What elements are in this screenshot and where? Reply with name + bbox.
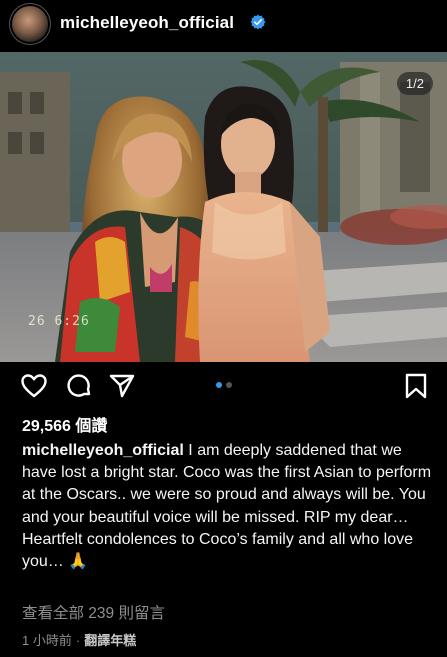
post-caption: michelleyeoh_official I am deeply sadden… — [22, 440, 432, 573]
share-icon[interactable] — [108, 372, 136, 400]
avatar[interactable] — [12, 6, 48, 42]
photo-date-stamp: 26 6:26 — [28, 314, 90, 329]
bookmark-icon[interactable] — [402, 372, 430, 400]
likes-count[interactable]: 29,566 個讚 — [22, 412, 107, 436]
caption-username[interactable]: michelleyeoh_official — [22, 442, 184, 459]
post-meta: 1 小時前 · 翻譯年糕 — [22, 630, 136, 649]
action-bar — [0, 366, 447, 406]
verified-badge-icon — [250, 14, 266, 30]
post-photo[interactable]: 1/2 26 6:26 — [0, 52, 447, 362]
translate-link[interactable]: 翻譯年糕 — [84, 633, 136, 648]
carousel-dot-2 — [226, 382, 232, 388]
carousel-indicator — [216, 382, 232, 388]
username[interactable]: michelleyeoh_official — [60, 13, 234, 33]
meta-separator: · — [75, 633, 81, 648]
time-ago: 1 小時前 — [22, 633, 72, 648]
image-counter-badge: 1/2 — [396, 72, 433, 95]
caption-text: I am deeply saddened that we have lost a… — [22, 442, 432, 571]
view-comments-link[interactable]: 查看全部 239 則留言 — [22, 601, 165, 623]
comment-icon[interactable] — [65, 372, 93, 400]
heart-icon[interactable] — [20, 372, 48, 400]
post-header: michelleyeoh_official — [0, 0, 447, 50]
carousel-dot-1 — [216, 382, 222, 388]
